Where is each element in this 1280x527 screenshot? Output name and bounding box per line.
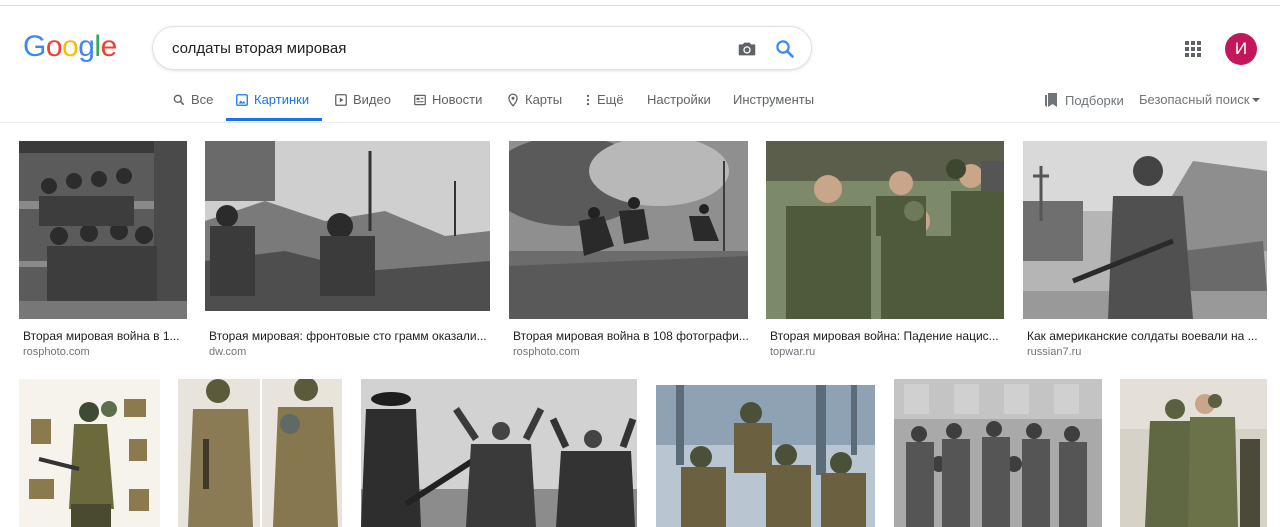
result-title: Вторая мировая: фронтовые сто грамм оказ… bbox=[209, 329, 487, 343]
result-thumbnail bbox=[656, 385, 875, 527]
result-thumbnail bbox=[509, 141, 748, 319]
active-tab-indicator bbox=[226, 118, 322, 121]
tab-settings-label: Настройки bbox=[647, 92, 711, 107]
soldier-photo-image bbox=[1023, 141, 1267, 319]
tab-news-label: Новости bbox=[432, 92, 483, 107]
tab-tools[interactable]: Инструменты bbox=[733, 92, 814, 122]
safe-search-label: Безопасный поиск bbox=[1139, 92, 1250, 107]
logo-letter: o bbox=[45, 30, 63, 63]
bookmark-icon bbox=[1045, 93, 1057, 107]
soldiers-photo-image bbox=[509, 141, 748, 319]
account-avatar[interactable]: И bbox=[1225, 33, 1257, 65]
result-title: Как американские солдаты воевали на ... bbox=[1027, 329, 1258, 343]
result-thumbnail bbox=[205, 141, 490, 311]
logo-letter: o bbox=[62, 30, 79, 63]
soldiers-group-photo-image bbox=[894, 379, 1102, 527]
map-pin-icon bbox=[508, 93, 518, 107]
tabs-divider bbox=[0, 122, 1280, 123]
tab-video-label: Видео bbox=[353, 92, 391, 107]
result-thumbnail bbox=[19, 379, 160, 527]
image-result[interactable]: Вторая мировая война в 108 фотографи... … bbox=[509, 141, 748, 361]
image-result[interactable] bbox=[178, 379, 342, 527]
tab-video[interactable]: Видео bbox=[334, 92, 391, 122]
image-result[interactable]: Как американские солдаты воевали на ... … bbox=[1023, 141, 1267, 361]
apps-grid-icon[interactable] bbox=[1181, 37, 1205, 61]
search-box bbox=[152, 26, 812, 70]
collections-link[interactable]: Подборки bbox=[1044, 92, 1124, 108]
result-thumbnail bbox=[1120, 379, 1267, 527]
soldier-uniform-photo-image bbox=[178, 379, 342, 527]
result-title: Вторая мировая война: Падение нацис... bbox=[770, 329, 999, 343]
result-thumbnail bbox=[894, 379, 1102, 527]
image-result[interactable] bbox=[894, 379, 1102, 527]
top-border bbox=[0, 5, 1280, 6]
result-thumbnail bbox=[766, 141, 1004, 319]
logo-letter: e bbox=[100, 30, 118, 63]
tab-news[interactable]: Новости bbox=[413, 92, 482, 122]
image-icon bbox=[236, 94, 248, 106]
result-site: topwar.ru bbox=[770, 346, 816, 358]
tab-more[interactable]: Ещё bbox=[584, 92, 624, 122]
result-site: rosphoto.com bbox=[23, 346, 90, 358]
tab-all[interactable]: Все bbox=[172, 92, 213, 122]
result-thumbnail bbox=[1023, 141, 1267, 319]
tab-settings[interactable]: Настройки bbox=[647, 92, 711, 122]
soldiers-photo-image bbox=[205, 141, 490, 311]
result-site: russian7.ru bbox=[1027, 346, 1082, 358]
tab-images-label: Картинки bbox=[254, 92, 310, 107]
logo-letter: g bbox=[78, 30, 95, 63]
more-vert-icon bbox=[586, 94, 590, 106]
image-result[interactable]: Вторая мировая война: Падение нацис... t… bbox=[766, 141, 1004, 361]
image-result[interactable] bbox=[1120, 379, 1267, 527]
google-logo[interactable]: Google bbox=[23, 30, 117, 64]
camera-icon[interactable] bbox=[736, 38, 758, 60]
search-input[interactable] bbox=[172, 37, 712, 59]
collections-label: Подборки bbox=[1065, 92, 1124, 108]
news-icon bbox=[414, 94, 426, 106]
tab-tools-label: Инструменты bbox=[733, 92, 815, 107]
result-title: Вторая мировая война в 108 фотографи... bbox=[513, 329, 748, 343]
soldiers-color-photo-image bbox=[766, 141, 1004, 319]
caret-down-icon bbox=[1252, 97, 1261, 102]
image-result[interactable] bbox=[361, 379, 637, 527]
image-result[interactable]: Вторая мировая: фронтовые сто грамм оказ… bbox=[205, 141, 490, 361]
soldiers-winter-painting-image bbox=[656, 385, 875, 527]
tab-all-label: Все bbox=[191, 92, 214, 107]
logo-letter: G bbox=[23, 30, 46, 63]
image-result[interactable] bbox=[656, 385, 875, 527]
result-thumbnail bbox=[19, 141, 187, 319]
surrender-photo-image bbox=[361, 379, 637, 527]
result-thumbnail bbox=[361, 379, 637, 527]
result-title: Вторая мировая война в 1... bbox=[23, 329, 180, 343]
search-tabs: Все Картинки Видео Новости Карты Ещё Нас… bbox=[0, 86, 1280, 122]
safe-search-dropdown[interactable]: Безопасный поиск bbox=[1139, 92, 1261, 107]
tab-more-label: Ещё bbox=[597, 92, 624, 107]
video-icon bbox=[335, 94, 347, 106]
result-site: dw.com bbox=[209, 346, 247, 358]
soldiers-photo-image bbox=[19, 141, 187, 319]
tab-maps-label: Карты bbox=[525, 92, 563, 107]
search-icon bbox=[173, 94, 185, 106]
tab-maps[interactable]: Карты bbox=[506, 92, 562, 122]
image-result[interactable]: Вторая мировая война в 1... rosphoto.com bbox=[19, 141, 187, 361]
image-result[interactable] bbox=[19, 379, 160, 527]
result-site: rosphoto.com bbox=[513, 346, 580, 358]
result-thumbnail bbox=[178, 379, 342, 527]
soldier-equipment-illustration-image bbox=[19, 379, 160, 527]
soldiers-color-photo-image bbox=[1120, 379, 1267, 527]
search-icon[interactable] bbox=[773, 37, 797, 61]
